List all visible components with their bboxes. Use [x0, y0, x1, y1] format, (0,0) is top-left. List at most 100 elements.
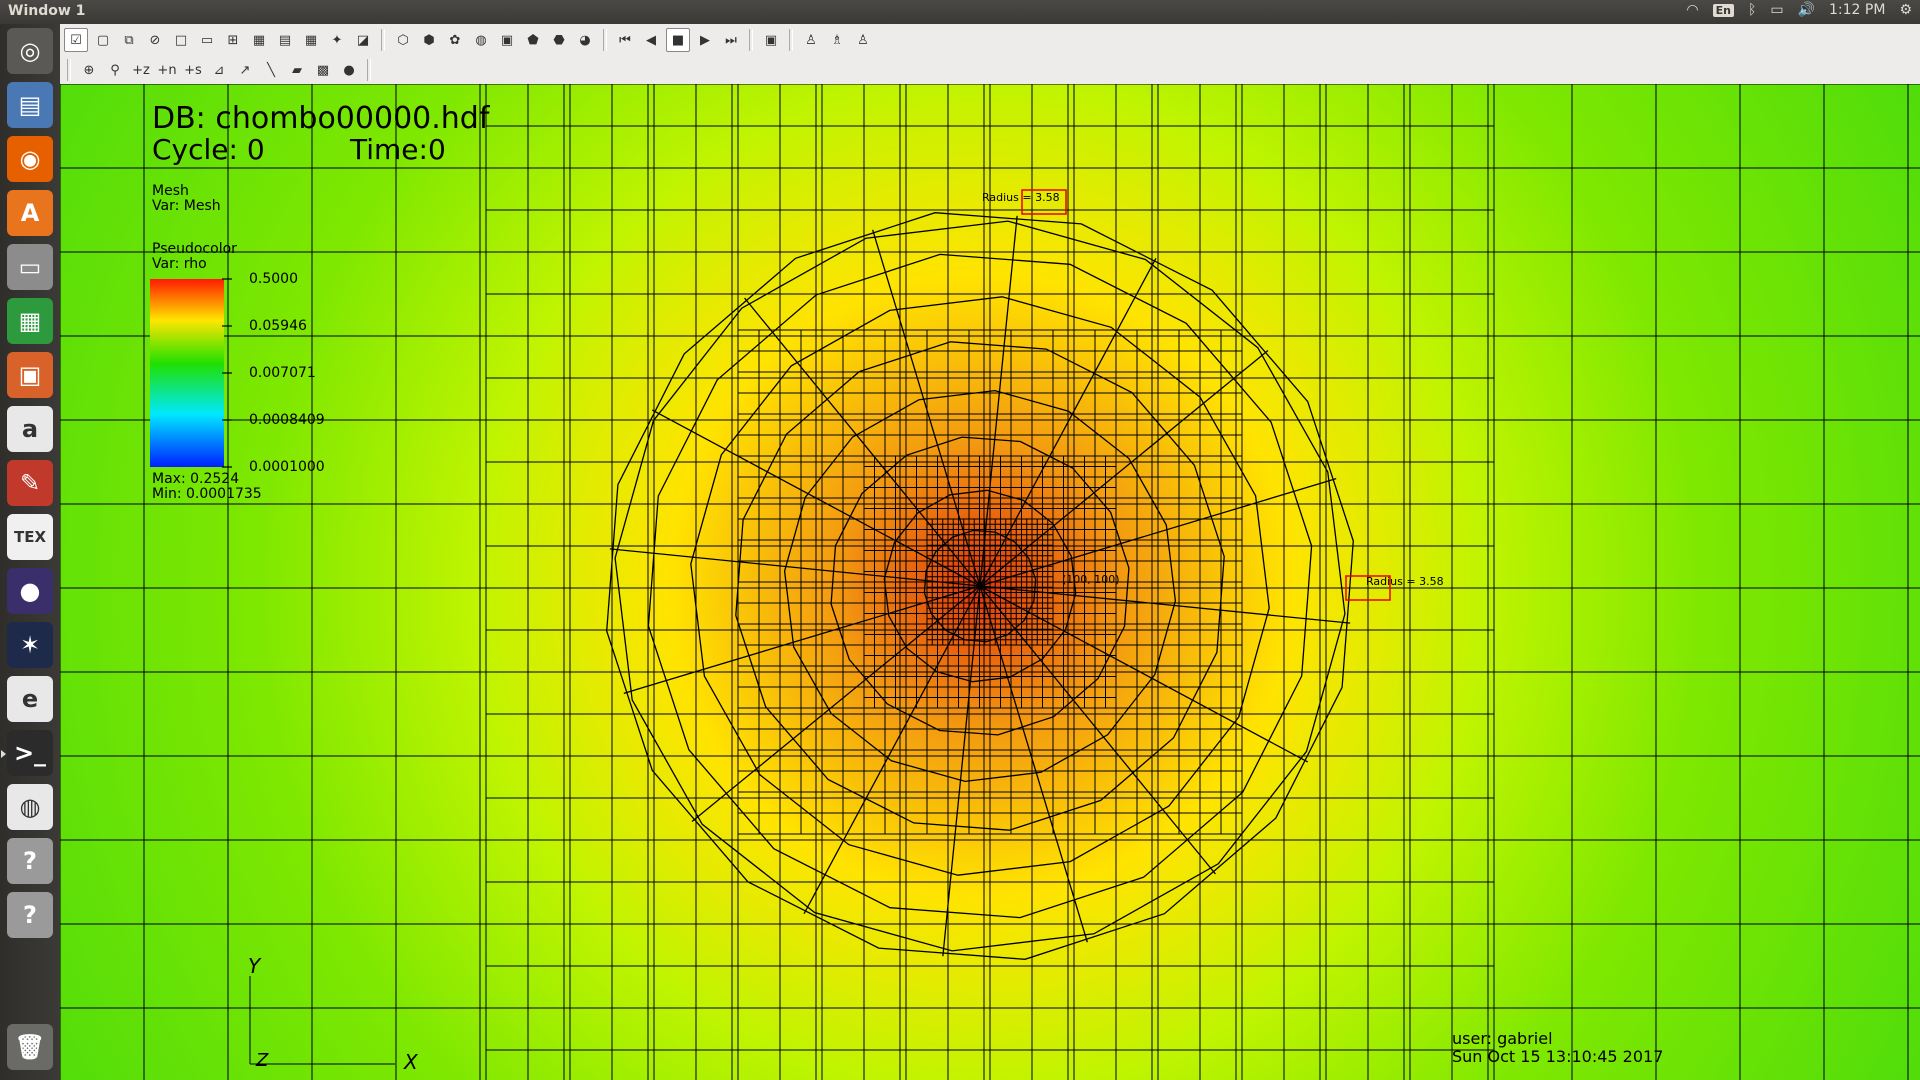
visualization-window[interactable]: DB: chombo00000.hdf Cycle: 0 Time:0 Mesh… [60, 84, 1920, 1080]
min-label: Min: 0.0001735 [152, 486, 262, 502]
toolbar-button[interactable]: ◀ [640, 29, 662, 51]
colorbar-tick-label: 0.007071 [249, 365, 316, 381]
pseudocolor-legend-var: Var: rho [152, 256, 207, 272]
unknown-app-icon[interactable]: ? [7, 892, 53, 938]
clock[interactable]: 1:12 PM [1829, 2, 1885, 18]
mesh-legend-var: Var: Mesh [152, 198, 221, 214]
toolbar-button[interactable]: ⧉ [118, 29, 140, 51]
axis-x-label: X [404, 1050, 418, 1074]
chrome-icon[interactable]: ◍ [7, 784, 53, 830]
pseudocolor-legend-title: Pseudocolor [152, 241, 237, 257]
user-label: user: gabriel [1452, 1029, 1553, 1048]
settings-icon[interactable]: ✎ [7, 460, 53, 506]
radius-label-top: Radius = 3.58 [982, 191, 1060, 204]
toolbar-button[interactable]: ◍ [470, 29, 492, 51]
toolbar-button[interactable]: ▤ [274, 29, 296, 51]
calc-icon[interactable]: ▦ [7, 298, 53, 344]
colorbar-tick-label: 0.0008409 [249, 412, 325, 428]
axis-z-label: Z [256, 1050, 269, 1071]
toolbar-row-main: ☑ ▢ ⧉ ⊘ □ ▭ ⊞ ▦ ▤ ▦ ✦ ◪ ⬡ ⬢ ✿ ◍ ▣ ⬟ ⬣ ◕ ⏮ ◀ ■ ▶ ⏭ ▣ ♙ ♗ ♙ [64, 26, 874, 54]
trash-icon[interactable]: 🗑 [7, 1024, 53, 1070]
window-title: Window 1 [8, 3, 86, 19]
launcher: ◎ ▤ ◉ A ▭ ▦ ▣ a ✎ TEX ● ✶ e >_ ◍?? 🗑 [0, 24, 60, 1080]
toolbar-button[interactable]: ▦ [300, 29, 322, 51]
toolbar-button[interactable]: ♗ [826, 29, 848, 51]
toolbar-button[interactable]: ● [338, 59, 360, 81]
toolbar-button[interactable]: ⬣ [548, 29, 570, 51]
gear-icon[interactable]: ⚙ [1899, 2, 1912, 18]
time-label: Time:0 [350, 133, 446, 166]
toolbar-button[interactable]: ▭ [196, 29, 218, 51]
colorbar-tick-label: 0.5000 [249, 271, 298, 287]
visit-icon[interactable]: ✶ [7, 622, 53, 668]
top-panel: Window 1 ◠ En ᛒ ▭ 🔊 1:12 PM ⚙ [0, 0, 1920, 24]
toolbar-button[interactable]: +z [130, 59, 152, 81]
software-center-icon[interactable]: A [7, 190, 53, 236]
toolbar-button[interactable]: ⬢ [418, 29, 440, 51]
system-tray: ◠ En ᛒ ▭ 🔊 1:12 PM ⚙ [1686, 2, 1912, 18]
toolbar-button[interactable]: ▢ [92, 29, 114, 51]
max-label: Max: 0.2524 [152, 471, 240, 487]
keyboard-layout-indicator[interactable]: En [1712, 3, 1734, 17]
toolbar-button[interactable]: +n [156, 59, 178, 81]
toolbar-separator[interactable] [367, 59, 371, 81]
terminal-icon[interactable]: >_ [1, 730, 53, 776]
axis-y-label: Y [248, 954, 261, 978]
toolbar-button[interactable]: ■ [666, 28, 690, 52]
toolbar-button[interactable]: ⚲ [104, 59, 126, 81]
toolbar-row-interaction: ⊕ ⚲ +z +n +s ⊿ ↗ ╲ ▰ ▩ ● [64, 56, 374, 84]
toolbar-button[interactable]: ⏮ [614, 29, 636, 51]
wifi-icon[interactable]: ◠ [1686, 2, 1698, 18]
firefox-icon[interactable]: ◉ [7, 136, 53, 182]
toolbar-button[interactable]: ⬟ [522, 29, 544, 51]
colorbar-tick-label: 0.05946 [249, 318, 307, 334]
bluetooth-icon[interactable]: ᛒ [1748, 2, 1756, 18]
render-scene[interactable] [60, 84, 1920, 1080]
toolbar-button[interactable]: ✦ [326, 29, 348, 51]
toolbar-button[interactable]: □ [170, 29, 192, 51]
colorbar [150, 279, 224, 467]
toolbar-button[interactable]: ✿ [444, 29, 466, 51]
toolbar-button[interactable]: ▩ [312, 59, 334, 81]
toolbar-button[interactable]: ♙ [800, 29, 822, 51]
toolbar-button[interactable]: ☑ [64, 28, 88, 52]
toolbar-button[interactable]: ♙ [852, 29, 874, 51]
toolbar-separator[interactable] [749, 29, 753, 51]
toolbar-button[interactable]: ▰ [286, 59, 308, 81]
toolbar-button[interactable]: ⊘ [144, 29, 166, 51]
toolbar-button[interactable]: ▦ [248, 29, 270, 51]
eclipse-icon[interactable]: ● [7, 568, 53, 614]
toolbar-button[interactable]: ◪ [352, 29, 374, 51]
toolbar-button[interactable]: ▣ [496, 29, 518, 51]
volume-icon[interactable]: 🔊 [1798, 2, 1815, 18]
battery-icon[interactable]: ▭ [1770, 2, 1783, 18]
toolbar-button[interactable]: ╲ [260, 59, 282, 81]
toolbar-button[interactable]: ⊞ [222, 29, 244, 51]
toolbar-button[interactable]: +s [182, 59, 204, 81]
drive-icon[interactable]: ▭ [7, 244, 53, 290]
files-icon[interactable]: ▤ [7, 82, 53, 128]
texmaker-icon[interactable]: TEX [7, 514, 53, 560]
toolbar-button[interactable]: ▣ [760, 29, 782, 51]
toolbar-button[interactable]: ⊕ [78, 59, 100, 81]
toolbar-button[interactable]: ⬡ [392, 29, 414, 51]
toolbar-button[interactable]: ◕ [574, 29, 596, 51]
toolbar-button[interactable]: ⏭ [720, 29, 742, 51]
toolbar-button[interactable]: ↗ [234, 59, 256, 81]
toolbar-separator[interactable] [789, 29, 793, 51]
cycle-label: Cycle: 0 [152, 133, 265, 166]
unknown-app-icon[interactable]: ? [7, 838, 53, 884]
db-label: DB: chombo00000.hdf [152, 101, 490, 136]
toolbar-separator[interactable] [381, 29, 385, 51]
center-point-label: (100, 100) [1062, 573, 1120, 586]
toolbar-separator[interactable] [603, 29, 607, 51]
mesh-legend-title: Mesh [152, 183, 189, 199]
evince-icon[interactable]: e [7, 676, 53, 722]
toolbar: ☑ ▢ ⧉ ⊘ □ ▭ ⊞ ▦ ▤ ▦ ✦ ◪ ⬡ ⬢ ✿ ◍ ▣ ⬟ ⬣ ◕ ⏮ ◀ ■ ▶ ⏭ ▣ ♙ ♗ ♙ ⊕ ⚲ +z +n +s ⊿ ↗… [60, 24, 1920, 85]
impress-icon[interactable]: ▣ [7, 352, 53, 398]
amazon-icon[interactable]: a [7, 406, 53, 452]
ubuntu-dash-icon[interactable]: ◎ [7, 28, 53, 74]
toolbar-separator[interactable] [67, 59, 71, 81]
toolbar-button[interactable]: ⊿ [208, 59, 230, 81]
toolbar-button[interactable]: ▶ [694, 29, 716, 51]
